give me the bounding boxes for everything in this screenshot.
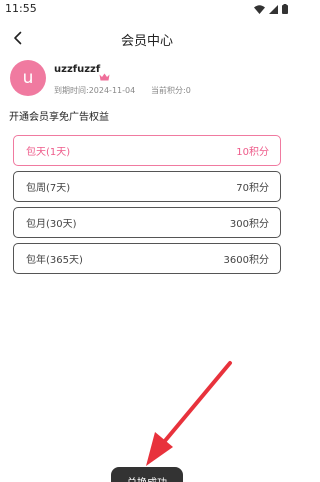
- plan-price: 300积分: [229, 219, 269, 230]
- wifi-icon: [254, 4, 265, 14]
- plan-item-year[interactable]: 包年(365天) 3600积分: [13, 243, 281, 274]
- section-title: 开通会员享免广告权益: [9, 112, 109, 123]
- plan-price: 70积分: [236, 183, 269, 194]
- page-title: 会员中心: [120, 34, 173, 49]
- screen: 11:55 会员中心 u uzzfuzzf 到期时间:2024-11-04 当前…: [0, 0, 294, 482]
- plan-name: 包月(30天): [26, 219, 77, 230]
- plan-name: 包周(7天): [26, 183, 71, 194]
- signal-icon: [269, 4, 278, 14]
- plan-name: 包年(365天): [26, 255, 83, 266]
- battery-icon: [282, 4, 288, 14]
- username: uzzfuzzf: [54, 64, 101, 75]
- app-header: 会员中心: [0, 22, 294, 56]
- plan-name: 包天(1天): [26, 147, 71, 158]
- expire-date: 到期时间:2024-11-04: [54, 86, 136, 95]
- avatar: u: [10, 60, 46, 96]
- status-bar: 11:55: [0, 0, 294, 22]
- plan-price: 10积分: [236, 147, 269, 158]
- plan-list: 包天(1天) 10积分 包周(7天) 70积分 包月(30天) 300积分 包年…: [13, 135, 281, 279]
- status-icons: [254, 4, 288, 14]
- plan-item-day[interactable]: 包天(1天) 10积分: [13, 135, 281, 166]
- plan-item-week[interactable]: 包周(7天) 70积分: [13, 171, 281, 202]
- status-time: 11:55: [5, 2, 37, 15]
- crown-icon: [99, 66, 110, 85]
- plan-item-month[interactable]: 包月(30天) 300积分: [13, 207, 281, 238]
- current-points: 当前积分:0: [151, 86, 191, 95]
- toast-message: 兑换成功: [111, 467, 183, 482]
- plan-price: 3600积分: [223, 255, 269, 266]
